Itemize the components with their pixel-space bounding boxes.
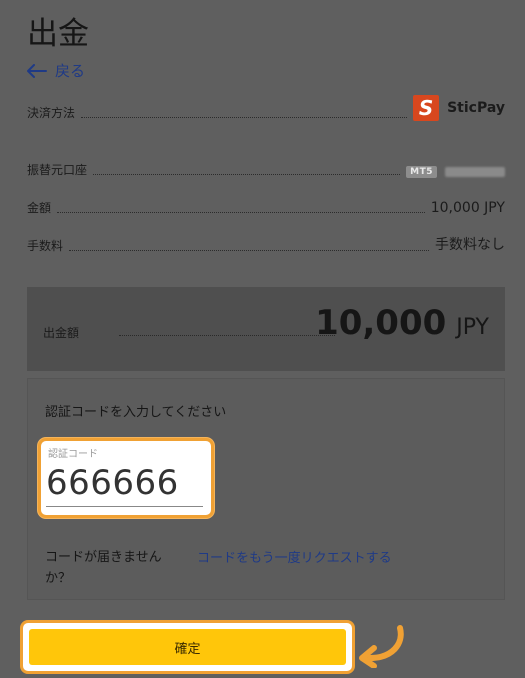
arrow-left-icon bbox=[27, 63, 47, 78]
withdrawal-amount-label: 出金額 bbox=[43, 326, 80, 340]
withdrawal-currency: JPY bbox=[456, 315, 489, 340]
transfer-account-label: 振替元口座 bbox=[27, 163, 88, 177]
verification-panel: 認証コードを入力してください 認証コード 666666 コードが届きませんか？ … bbox=[27, 378, 505, 600]
fee-row: 手数料 手数料なし bbox=[27, 234, 505, 254]
payment-method-value: S SticPay bbox=[413, 95, 505, 121]
amount-value: 10,000 JPY bbox=[430, 200, 505, 216]
transfer-account-value: MT5 bbox=[406, 166, 505, 178]
pointer-arrow-icon bbox=[356, 624, 408, 672]
withdrawal-amount-number: 10,000 bbox=[315, 303, 447, 343]
payment-method-row: 決済方法 S SticPay bbox=[27, 95, 505, 121]
payment-method-label: 決済方法 bbox=[27, 106, 76, 120]
mt5-badge: MT5 bbox=[406, 166, 437, 178]
amount-row: 金額 10,000 JPY bbox=[27, 199, 505, 216]
transfer-account-row: 振替元口座 MT5 bbox=[27, 161, 505, 178]
fee-label: 手数料 bbox=[27, 239, 64, 253]
confirm-button[interactable]: 確定 bbox=[29, 629, 346, 665]
request-code-again-link[interactable]: コードをもう一度リクエストする bbox=[197, 547, 392, 566]
withdrawal-amount-box: 出金額 10,000 JPY bbox=[27, 287, 505, 371]
dotted-leader bbox=[119, 335, 335, 336]
dotted-leader bbox=[93, 174, 401, 175]
back-link[interactable]: 戻る bbox=[27, 60, 85, 81]
verification-prompt: 認証コードを入力してください bbox=[45, 405, 227, 420]
dotted-leader bbox=[81, 117, 408, 118]
dotted-leader bbox=[57, 212, 425, 213]
input-underline bbox=[46, 506, 203, 507]
page-title: 出金 bbox=[27, 16, 89, 52]
back-label: 戻る bbox=[55, 62, 86, 80]
no-code-text: コードが届きませんか？ bbox=[45, 550, 162, 586]
confirm-button-highlight: 確定 bbox=[20, 620, 355, 674]
masked-account-number bbox=[445, 167, 505, 177]
amount-label: 金額 bbox=[27, 201, 52, 215]
fee-value: 手数料なし bbox=[435, 237, 505, 253]
verification-code-field-label: 認証コード bbox=[48, 449, 98, 460]
payment-method-name: SticPay bbox=[447, 100, 505, 116]
withdrawal-amount-display: 10,000 JPY bbox=[315, 303, 489, 343]
verification-code-input[interactable]: 認証コード 666666 bbox=[38, 438, 214, 518]
dotted-leader bbox=[69, 250, 429, 251]
sticpay-logo-icon: S bbox=[413, 95, 440, 121]
verification-code-value[interactable]: 666666 bbox=[46, 463, 179, 503]
